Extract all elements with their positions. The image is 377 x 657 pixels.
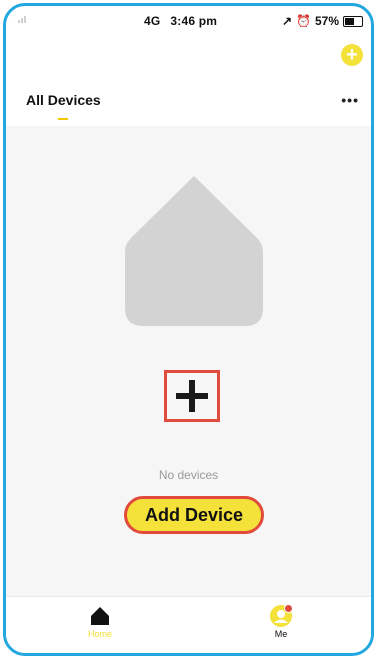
header: + All Devices ••• <box>6 34 371 126</box>
clock: 3:46 pm <box>170 14 218 28</box>
tab-all-devices[interactable]: All Devices <box>26 92 101 108</box>
main-content: No devices Add Device <box>6 126 371 597</box>
bottom-nav: Home Me <box>6 596 371 653</box>
nav-home-label: Home <box>87 629 112 639</box>
status-bar: 4G 3:46 pm ↗ ⏰ 57% <box>6 6 371 34</box>
tab-indicator <box>58 118 68 120</box>
nav-home[interactable]: Home <box>80 605 120 649</box>
empty-message: No devices <box>158 468 219 482</box>
phone-frame: 4G 3:46 pm ↗ ⏰ 57% + All Devices ••• No … <box>3 3 374 656</box>
add-icon[interactable]: + <box>341 44 363 66</box>
nav-me-label: Me <box>274 629 288 639</box>
house-illustration-icon <box>125 176 263 326</box>
nav-me[interactable]: Me <box>261 604 301 649</box>
status-center: 4G 3:46 pm <box>144 14 217 28</box>
signal-icon <box>18 15 28 23</box>
battery-icon <box>343 15 363 27</box>
add-device-button[interactable]: Add Device <box>124 496 264 534</box>
tab-all-devices-label: All Devices <box>26 92 101 108</box>
location-icon: ↗ <box>281 14 293 28</box>
notification-dot <box>284 604 293 613</box>
more-icon[interactable]: ••• <box>341 92 359 108</box>
network-label: 4G <box>144 14 161 28</box>
avatar-icon <box>270 604 293 627</box>
plus-icon <box>176 380 208 412</box>
status-right: ↗ ⏰ 57% <box>282 14 363 28</box>
add-device-plus[interactable] <box>164 370 220 422</box>
battery-percent: 57% <box>314 14 339 28</box>
alarm-icon: ⏰ <box>296 14 311 28</box>
home-icon <box>91 607 109 625</box>
